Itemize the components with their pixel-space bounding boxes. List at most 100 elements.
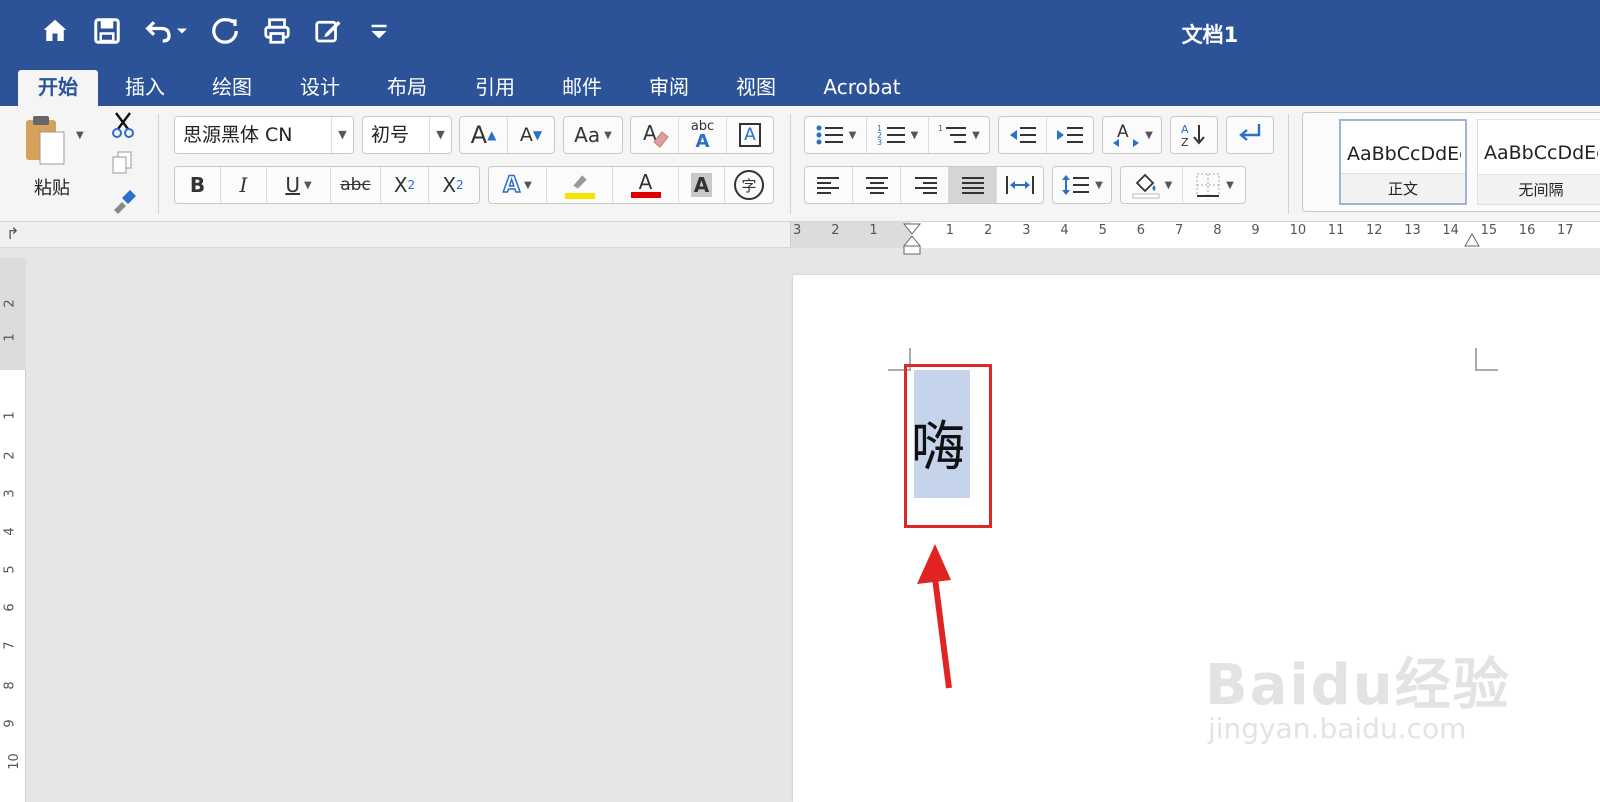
chevron-down-icon[interactable]: ▼ <box>429 117 451 153</box>
tab-view[interactable]: 视图 <box>723 70 789 106</box>
ruler-tick-label: 4 <box>2 527 18 536</box>
edit-document-icon[interactable] <box>311 14 345 48</box>
svg-text:A: A <box>1181 123 1189 136</box>
style-normal[interactable]: AaBbCcDdEe 正文 <box>1339 119 1467 205</box>
grow-font-button[interactable]: A ▲ <box>460 117 508 153</box>
increase-indent-button[interactable] <box>1047 117 1093 153</box>
indent-marker-icon[interactable] <box>902 222 922 256</box>
align-left-button[interactable] <box>805 167 853 203</box>
justify-button[interactable] <box>949 167 997 203</box>
asian-layout-icon: A <box>1113 122 1140 147</box>
redo-icon[interactable] <box>208 14 242 48</box>
font-name-combo[interactable]: 思源黑体 CN ▼ <box>174 116 354 154</box>
tab-review[interactable]: 审阅 <box>636 70 702 106</box>
align-center-button[interactable] <box>853 167 901 203</box>
vertical-ruler[interactable]: 2 1 1 2 3 4 5 6 7 8 9 10 <box>0 258 26 802</box>
ruler-tick-label: 8 <box>2 681 18 690</box>
svg-text:Z: Z <box>1181 136 1189 149</box>
group-separator <box>1288 114 1289 214</box>
print-icon[interactable] <box>260 14 294 48</box>
shading-button[interactable]: ▼ <box>1121 167 1183 203</box>
enclose-characters-button[interactable]: 字 <box>725 167 773 203</box>
style-no-spacing[interactable]: AaBbCcDdEe 无间隔 <box>1477 119 1600 205</box>
ruler-tick-label: 6 <box>2 603 18 612</box>
decrease-indent-button[interactable] <box>999 117 1047 153</box>
asian-layout-button[interactable]: A ▼ <box>1103 117 1161 153</box>
bold-button[interactable]: B <box>175 167 221 203</box>
tab-layout[interactable]: 布局 <box>374 70 440 106</box>
paste-icon[interactable] <box>22 114 72 176</box>
numbered-list-icon: 123 <box>877 124 905 147</box>
change-case-group: Aa ▼ <box>563 116 623 154</box>
change-case-button[interactable]: Aa ▼ <box>564 117 622 153</box>
copy-icon[interactable] <box>108 148 138 178</box>
clear-format-group: A abc A A <box>630 116 774 154</box>
horizontal-ruler[interactable]: 3 2 1 1 2 3 4 5 6 7 8 9 10 11 12 13 14 15 16 17 <box>790 222 1600 255</box>
multilevel-list-button[interactable]: 1 ▼ <box>929 117 989 153</box>
font-name-value: 思源黑体 CN <box>183 124 293 146</box>
right-indent-marker-icon[interactable] <box>1463 232 1481 248</box>
document-title: 文档1 <box>1181 23 1239 47</box>
svg-text:3: 3 <box>877 138 882 147</box>
ruler-tick-label: 5 <box>2 565 18 574</box>
align-right-button[interactable] <box>901 167 949 203</box>
tab-home[interactable]: 开始 <box>18 70 98 106</box>
style-name: 正文 <box>1341 173 1465 203</box>
tab-acrobat[interactable]: Acrobat <box>812 70 912 106</box>
shrink-font-button[interactable]: A ▼ <box>508 117 554 153</box>
undo-dropdown-icon[interactable] <box>172 14 192 48</box>
style-sample: AaBbCcDdEe <box>1484 142 1598 164</box>
ruler-tick-label: 1 <box>2 333 18 342</box>
save-icon[interactable] <box>90 14 124 48</box>
character-border-button[interactable]: A <box>727 117 773 153</box>
strikethrough-button[interactable]: abc <box>331 167 381 203</box>
font-color-swatch <box>630 192 661 198</box>
show-formatting-marks-button[interactable] <box>1227 117 1273 153</box>
ruler-tick-label: 7 <box>1175 223 1184 238</box>
subscript-button[interactable]: X2 <box>381 167 429 203</box>
annotation-arrow-icon <box>917 544 952 689</box>
format-painter-icon[interactable] <box>108 186 138 216</box>
tab-draw[interactable]: 绘图 <box>199 70 265 106</box>
ruler-tick-label: 7 <box>2 641 18 650</box>
highlight-button[interactable] <box>547 167 613 203</box>
tab-references[interactable]: 引用 <box>462 70 528 106</box>
numbering-button[interactable]: 1 2 3 ▼ <box>867 117 929 153</box>
distributed-button[interactable] <box>997 167 1043 203</box>
spelling-button[interactable]: abc A <box>679 117 727 153</box>
font-color-button[interactable]: A <box>613 167 679 203</box>
undo-icon[interactable] <box>142 14 176 48</box>
ribbon-tabs: 开始 插入 绘图 设计 布局 引用 邮件 审阅 视图 Acrobat <box>0 66 1600 106</box>
tab-selector-icon[interactable]: ↱ <box>6 224 19 243</box>
tab-insert[interactable]: 插入 <box>112 70 178 106</box>
paste-dropdown-icon[interactable]: ▼ <box>76 130 90 150</box>
line-spacing-button[interactable]: ▼ <box>1053 167 1111 203</box>
text-effects-button[interactable]: A ▼ <box>489 167 547 203</box>
bullets-button[interactable]: ▼ <box>805 117 867 153</box>
sort-button[interactable]: AZ <box>1171 117 1217 153</box>
sort-group: AZ <box>1170 116 1218 154</box>
multilevel-list-icon: 1 <box>938 124 967 143</box>
ruler-tick-label: 5 <box>1098 223 1107 238</box>
sort-az-icon: AZ <box>1181 123 1205 149</box>
font-size-combo[interactable]: 初号 ▼ <box>362 116 452 154</box>
styles-gallery: AaBbCcDdEe 正文 AaBbCcDdEe 无间隔 <box>1302 112 1600 212</box>
italic-button[interactable]: I <box>221 167 267 203</box>
underline-button[interactable]: U ▼ <box>267 167 331 203</box>
list-group: ▼ 1 2 3 ▼ 1 ▼ <box>804 116 990 154</box>
ruler-tick-label: 2 <box>2 299 18 308</box>
ruler-tick-label: 15 <box>1480 223 1498 238</box>
customize-qat-icon[interactable] <box>364 14 394 48</box>
character-shading-button[interactable]: A <box>679 167 725 203</box>
ruler-tick-label: 9 <box>2 719 18 728</box>
borders-button[interactable]: ▼ <box>1183 167 1245 203</box>
superscript-button[interactable]: X2 <box>429 167 477 203</box>
tab-design[interactable]: 设计 <box>287 70 353 106</box>
ruler-tick-label: 13 <box>1404 223 1421 238</box>
chevron-down-icon[interactable]: ▼ <box>331 117 353 153</box>
tab-mailings[interactable]: 邮件 <box>549 70 615 106</box>
clear-formatting-button[interactable]: A <box>631 117 679 153</box>
cut-icon[interactable] <box>108 110 138 140</box>
paste-label[interactable]: 粘贴 <box>34 174 70 200</box>
home-icon[interactable] <box>38 14 72 48</box>
